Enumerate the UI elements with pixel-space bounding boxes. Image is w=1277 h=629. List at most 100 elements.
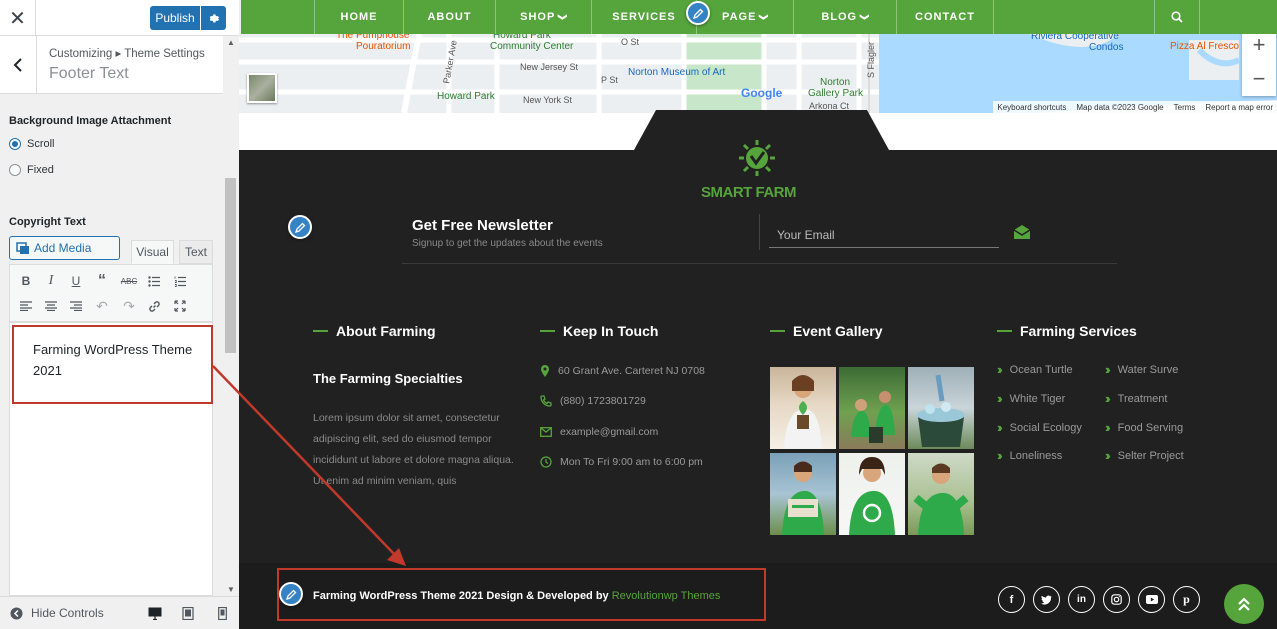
contact-phone[interactable]: (880) 1723801729 (540, 395, 646, 407)
scroll-thumb[interactable] (225, 178, 236, 353)
nav-home-label: HOME (340, 11, 378, 23)
gallery-image-1[interactable] (770, 367, 836, 449)
back-button[interactable] (0, 36, 37, 94)
hide-controls-label: Hide Controls (31, 606, 104, 620)
zoom-out-icon[interactable]: − (1242, 62, 1276, 96)
map-report[interactable]: Report a map error (1205, 103, 1273, 112)
copyright-author-link[interactable]: Revolutionwp Themes (612, 590, 721, 602)
numbered-list-icon[interactable] (170, 271, 190, 291)
map-label-pizza: Pizza Al Fresco (1170, 41, 1239, 52)
service-link[interactable]: ›› Selter Project (1105, 448, 1184, 463)
service-link[interactable]: ›› Ocean Turtle (997, 362, 1073, 377)
align-left-icon[interactable] (16, 296, 36, 316)
align-right-icon[interactable] (66, 296, 86, 316)
italic-icon[interactable]: I (41, 271, 61, 291)
tab-text[interactable]: Text (179, 240, 213, 264)
hide-controls-icon (10, 607, 23, 619)
publish-settings-button[interactable] (201, 6, 226, 30)
pencil-icon (285, 589, 296, 600)
scroll-up-icon[interactable]: ▲ (227, 38, 235, 47)
gallery-image-2[interactable] (839, 367, 905, 449)
breadcrumb: Customizing ▸ Theme Settings (49, 48, 205, 60)
bold-icon[interactable]: B (16, 271, 36, 291)
radio-scroll[interactable]: Scroll (9, 136, 55, 152)
nav-blog[interactable]: BLOG ❯ (793, 0, 896, 34)
nav-shop-label: SHOP (520, 11, 556, 23)
nav-contact[interactable]: CONTACT (896, 0, 994, 34)
tablet-icon (182, 606, 194, 620)
nav-home[interactable]: HOME (314, 0, 403, 34)
tab-visual[interactable]: Visual (131, 240, 174, 264)
mobile-preview-button[interactable] (214, 605, 230, 621)
blockquote-icon[interactable]: “ (92, 271, 112, 291)
add-media-button[interactable]: Add Media (9, 236, 120, 260)
service-link[interactable]: ›› Treatment (1105, 391, 1167, 406)
double-chevron-up-icon (1238, 597, 1250, 611)
map-label-norton-museum: Norton Museum of Art (628, 67, 726, 78)
underline-icon[interactable]: U (66, 271, 86, 291)
scroll-down-icon[interactable]: ▼ (227, 585, 235, 594)
nav-services[interactable]: SERVICES (591, 0, 696, 34)
map-label-new-jersey: New Jersey St (520, 62, 579, 72)
contact-email[interactable]: example@gmail.com (540, 426, 658, 438)
panel-scrollbar[interactable]: ▲ ▼ (223, 36, 239, 596)
nav-search-button[interactable] (1154, 0, 1200, 34)
desktop-preview-button[interactable] (147, 605, 163, 621)
youtube-button[interactable] (1138, 586, 1165, 613)
double-chevron-icon: ›› (1105, 362, 1110, 377)
youtube-icon (1145, 595, 1158, 604)
service-label: Treatment (1117, 392, 1168, 405)
double-chevron-icon: ›› (997, 362, 1002, 377)
smart-farm-logo-icon[interactable] (732, 134, 782, 182)
map-label-norton: Norton (820, 77, 851, 88)
close-customizer-button[interactable]: ✕ (0, 0, 36, 36)
pinterest-button[interactable]: p (1173, 586, 1200, 613)
edit-copyright-shortcut[interactable] (279, 582, 303, 606)
linkedin-button[interactable]: in (1068, 586, 1095, 613)
editor-content[interactable]: Farming WordPress Theme 2021 (33, 339, 193, 381)
nav-about[interactable]: ABOUT (403, 0, 495, 34)
edit-newsletter-shortcut[interactable] (288, 215, 312, 239)
bullet-list-icon[interactable] (144, 271, 164, 291)
instagram-button[interactable] (1103, 586, 1130, 613)
hide-controls-button[interactable]: Hide Controls (10, 606, 104, 620)
media-icon (16, 241, 29, 254)
keep-in-touch-heading: Keep In Touch (540, 323, 658, 339)
service-link[interactable]: ›› White Tiger (997, 391, 1065, 406)
copyright-text-label: Copyright Text (9, 216, 86, 228)
edit-menu-shortcut[interactable] (686, 1, 710, 25)
twitter-button[interactable] (1033, 586, 1060, 613)
gallery-image-5[interactable] (839, 453, 905, 535)
gallery-image-6[interactable] (908, 453, 974, 535)
nav-shop[interactable]: SHOP ❯ (495, 0, 591, 34)
facebook-button[interactable]: f (998, 586, 1025, 613)
gallery-image-4[interactable] (770, 453, 836, 535)
newsletter-email-input[interactable] (769, 222, 999, 248)
radio-fixed[interactable]: Fixed (9, 162, 54, 178)
tablet-preview-button[interactable] (180, 605, 196, 621)
redo-icon[interactable]: ↷ (119, 296, 139, 316)
map-terms[interactable]: Terms (1174, 103, 1196, 112)
logo-text[interactable]: SMART FARM (701, 184, 797, 201)
radio-scroll-input[interactable] (9, 138, 21, 150)
radio-fixed-input[interactable] (9, 164, 21, 176)
strikethrough-icon[interactable]: ABC (119, 271, 139, 291)
double-chevron-icon: ›› (997, 391, 1002, 406)
service-link[interactable]: ›› Loneliness (997, 448, 1062, 463)
back-to-top-button[interactable] (1224, 584, 1264, 624)
about-farming-heading: About Farming (313, 323, 436, 339)
gallery-image-3[interactable] (908, 367, 974, 449)
fullscreen-icon[interactable] (170, 296, 190, 316)
align-center-icon[interactable] (41, 296, 61, 316)
undo-icon[interactable]: ↶ (92, 296, 112, 316)
service-link[interactable]: ›› Social Ecology (997, 420, 1082, 435)
publish-button[interactable]: Publish (150, 6, 200, 30)
map-satellite-toggle[interactable] (247, 73, 277, 103)
service-link[interactable]: ›› Food Serving (1105, 420, 1183, 435)
link-icon[interactable] (144, 296, 164, 316)
envelope-open-icon[interactable] (1013, 223, 1031, 241)
map-keyboard-shortcuts[interactable]: Keyboard shortcuts (997, 103, 1066, 112)
customizer-topbar: ✕ Publish (0, 0, 239, 36)
nav-page[interactable]: PAGE ❯ (696, 0, 793, 34)
service-link[interactable]: ›› Water Surve (1105, 362, 1178, 377)
